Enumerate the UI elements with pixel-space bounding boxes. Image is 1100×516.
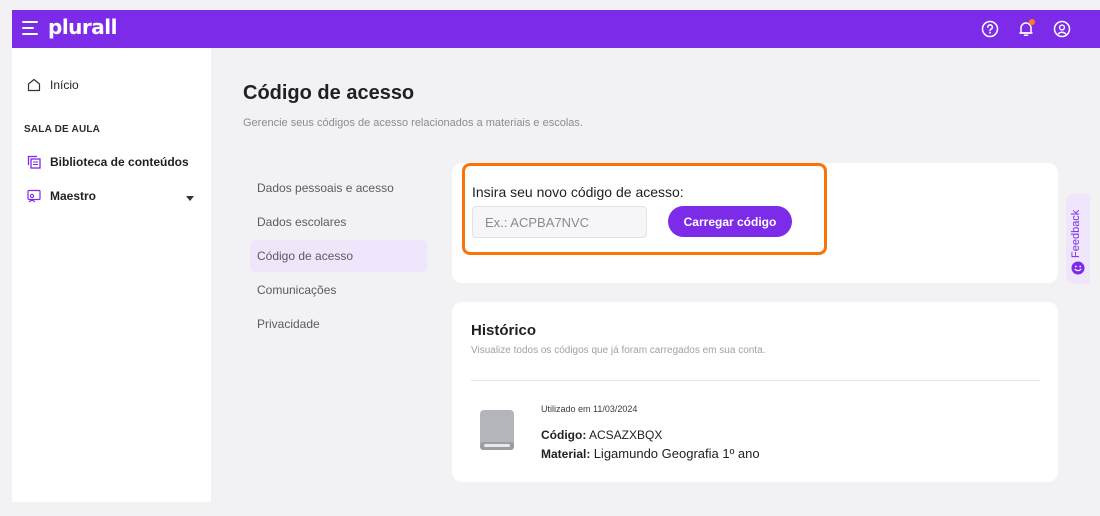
sidebar-item-label: Maestro: [50, 189, 97, 203]
section-label: SALA DE AULA: [24, 124, 101, 135]
sidebar-item-label: Início: [50, 78, 79, 92]
code-label: Código:: [541, 428, 587, 442]
home-icon: [26, 77, 42, 93]
bell-icon[interactable]: [1016, 19, 1036, 39]
code-input-label: Insira seu novo código de acesso:: [472, 184, 684, 200]
page-subtitle: Gerencie seus códigos de acesso relacion…: [243, 117, 583, 129]
history-used-date: Utilizado em 11/03/2024: [541, 404, 638, 414]
page-title: Código de acesso: [243, 82, 415, 104]
sidebar: Início SALA DE AULA Biblioteca de conteú…: [12, 48, 211, 502]
smile-icon[interactable]: [1071, 261, 1085, 275]
material-label: Material:: [541, 447, 591, 461]
settings-menu: Dados pessoais e acesso Dados escolares …: [250, 172, 427, 342]
code-value: ACSAZXBQX: [589, 428, 663, 442]
help-icon[interactable]: [980, 19, 1000, 39]
sidebar-item-inicio[interactable]: Início: [26, 77, 79, 93]
menu-item-privacidade[interactable]: Privacidade: [250, 308, 427, 340]
sidebar-item-maestro[interactable]: Maestro: [26, 188, 96, 204]
feedback-label[interactable]: Feedback: [1070, 210, 1082, 258]
menu-icon[interactable]: [22, 21, 38, 35]
notification-dot: [1029, 19, 1035, 25]
history-code: Código: ACSAZXBQX: [541, 428, 662, 442]
menu-item-dados-escolares[interactable]: Dados escolares: [250, 206, 427, 238]
user-icon[interactable]: [1052, 19, 1072, 39]
sidebar-item-biblioteca[interactable]: Biblioteca de conteúdos: [26, 154, 189, 170]
history-material: Material: Ligamundo Geografia 1º ano: [541, 446, 760, 461]
history-title: Histórico: [471, 322, 537, 339]
chevron-down-icon[interactable]: [186, 196, 194, 201]
plurall-logo[interactable]: plurall: [48, 15, 117, 39]
book-icon: [478, 408, 516, 454]
menu-item-comunicacoes[interactable]: Comunicações: [250, 274, 427, 306]
divider: [471, 380, 1040, 381]
access-code-input[interactable]: [472, 206, 647, 238]
menu-item-dados-pessoais[interactable]: Dados pessoais e acesso: [250, 172, 427, 204]
top-bar: plurall: [12, 10, 1100, 48]
library-icon: [26, 154, 42, 170]
material-value: Ligamundo Geografia 1º ano: [593, 446, 760, 461]
sidebar-item-label: Biblioteca de conteúdos: [50, 155, 189, 169]
load-code-button[interactable]: Carregar código: [668, 206, 792, 237]
menu-item-codigo-acesso[interactable]: Código de acesso: [250, 240, 427, 272]
history-subtitle: Visualize todos os códigos que já foram …: [471, 345, 766, 356]
top-actions: [980, 19, 1072, 39]
maestro-icon: [26, 188, 42, 204]
